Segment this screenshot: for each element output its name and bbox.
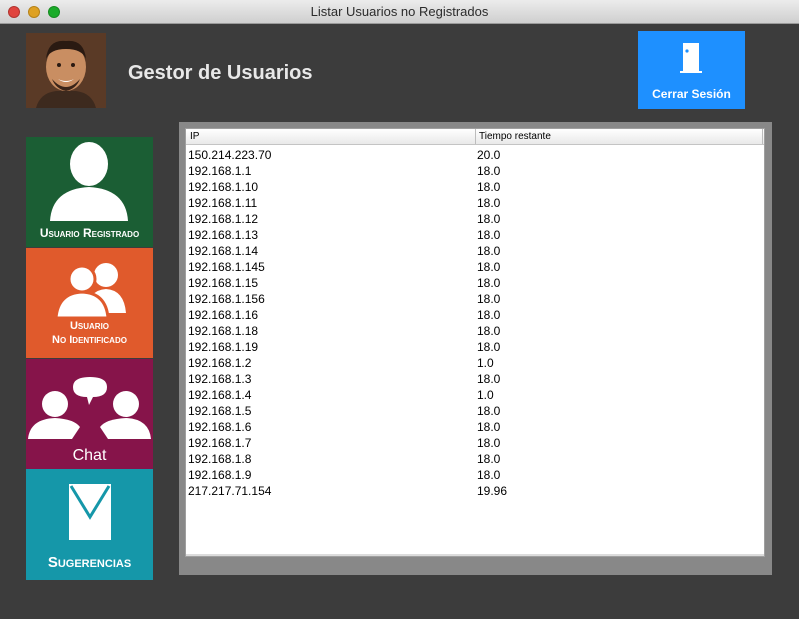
cell-tiempo-restante: 18.0	[477, 308, 501, 322]
tile-usuario-registrado[interactable]: Usuario Registrado	[26, 137, 153, 247]
cell-ip: 192.168.1.19	[188, 340, 259, 354]
tile-usuario-no-identificado[interactable]: Usuario No Identificado	[26, 248, 153, 358]
cell-ip: 192.168.1.18	[188, 324, 259, 338]
tile-label-no-identificado: No Identificado	[52, 334, 127, 346]
cell-tiempo-restante: 1.0	[477, 356, 494, 370]
cell-tiempo-restante: 20.0	[477, 148, 501, 162]
table-row[interactable]: 192.168.1.3 18.0	[186, 371, 764, 387]
table-row[interactable]: 192.168.1.19 18.0	[186, 339, 764, 355]
cell-tiempo-restante: 18.0	[477, 180, 501, 194]
cell-ip: 192.168.1.5	[188, 404, 252, 418]
cell-ip: 192.168.1.156	[188, 292, 265, 306]
cell-tiempo-restante: 18.0	[477, 276, 501, 290]
cell-tiempo-restante: 18.0	[477, 324, 501, 338]
table-row[interactable]: 192.168.1.4 1.0	[186, 387, 764, 403]
tile-label-usuario: Usuario	[69, 320, 110, 332]
table-row[interactable]: 192.168.1.12 18.0	[186, 211, 764, 227]
cell-tiempo-restante: 18.0	[477, 212, 501, 226]
table-row[interactable]: 192.168.1.10 18.0	[186, 179, 764, 195]
cell-ip: 192.168.1.12	[188, 212, 259, 226]
app-title: Gestor de Usuarios	[128, 62, 313, 84]
table-row[interactable]: 150.214.223.70 20.0	[186, 147, 764, 163]
tile-label-sugerencias: Sugerencias	[47, 554, 132, 571]
cell-tiempo-restante: 18.0	[477, 292, 501, 306]
table-row[interactable]: 192.168.1.145 18.0	[186, 259, 764, 275]
cell-ip: 192.168.1.7	[188, 436, 252, 450]
cell-ip: 192.168.1.1	[188, 164, 252, 178]
table-row[interactable]: 192.168.1.8 18.0	[186, 451, 764, 467]
table-row[interactable]: 192.168.1.16 18.0	[186, 307, 764, 323]
cell-ip: 192.168.1.145	[188, 260, 265, 274]
window-titlebar: Listar Usuarios no Registrados	[0, 0, 799, 24]
cell-ip: 192.168.1.6	[188, 420, 252, 434]
cell-tiempo-restante: 18.0	[477, 164, 501, 178]
cell-ip: 150.214.223.70	[188, 148, 272, 162]
cell-ip: 192.168.1.15	[188, 276, 259, 290]
table-row[interactable]: 192.168.1.18 18.0	[186, 323, 764, 339]
table-row[interactable]: 192.168.1.156 18.0	[186, 291, 764, 307]
table-row[interactable]: 192.168.1.1 18.0	[186, 163, 764, 179]
door-icon	[680, 43, 702, 73]
cell-tiempo-restante: 18.0	[477, 228, 501, 242]
window-title: Listar Usuarios no Registrados	[310, 4, 489, 19]
cell-tiempo-restante: 18.0	[477, 436, 501, 450]
cell-ip: 217.217.71.154	[188, 484, 272, 498]
cell-ip: 192.168.1.2	[188, 356, 252, 370]
cell-tiempo-restante: 18.0	[477, 196, 501, 210]
column-header-tiempo[interactable]: Tiempo restante	[479, 131, 551, 142]
cell-ip: 192.168.1.3	[188, 372, 252, 386]
cell-ip: 192.168.1.14	[188, 244, 259, 258]
cell-ip: 192.168.1.10	[188, 180, 259, 194]
user-photo	[26, 33, 106, 108]
table-row[interactable]: 192.168.1.15 18.0	[186, 275, 764, 291]
table-row[interactable]: 192.168.1.2 1.0	[186, 355, 764, 371]
column-divider[interactable]	[475, 129, 476, 144]
table-row[interactable]: 192.168.1.9 18.0	[186, 467, 764, 483]
cell-tiempo-restante: 18.0	[477, 260, 501, 274]
avatar	[26, 33, 106, 108]
cell-ip: 192.168.1.8	[188, 452, 252, 466]
table-row[interactable]: 192.168.1.7 18.0	[186, 435, 764, 451]
cell-ip: 192.168.1.4	[188, 388, 252, 402]
cell-tiempo-restante: 1.0	[477, 388, 494, 402]
tile-sugerencias[interactable]: Sugerencias	[26, 469, 153, 580]
column-divider[interactable]	[762, 129, 763, 144]
cell-tiempo-restante: 18.0	[477, 340, 501, 354]
logout-button[interactable]: Cerrar Sesión	[638, 31, 745, 109]
cell-ip: 192.168.1.9	[188, 468, 252, 482]
table-body: 150.214.223.70 20.0 192.168.1.1 18.0 192.168…	[186, 147, 764, 499]
cell-ip: 192.168.1.11	[188, 196, 258, 210]
table-row[interactable]: 192.168.1.6 18.0	[186, 419, 764, 435]
table-bottom-edge	[186, 554, 764, 556]
logout-label: Cerrar Sesión	[652, 87, 731, 101]
table-header: IP Tiempo restante	[186, 129, 764, 145]
cell-tiempo-restante: 18.0	[477, 404, 501, 418]
cell-tiempo-restante: 18.0	[477, 452, 501, 466]
cell-tiempo-restante: 18.0	[477, 468, 501, 482]
tile-label-chat: Chat	[72, 447, 107, 464]
cell-tiempo-restante: 18.0	[477, 372, 501, 386]
table-row[interactable]: 192.168.1.5 18.0	[186, 403, 764, 419]
table-row[interactable]: 192.168.1.14 18.0	[186, 243, 764, 259]
cell-tiempo-restante: 19.96	[477, 484, 508, 498]
tile-chat[interactable]: Chat	[26, 359, 153, 469]
cell-ip: 192.168.1.16	[188, 308, 259, 322]
cell-tiempo-restante: 18.0	[477, 420, 501, 434]
cell-ip: 192.168.1.13	[188, 228, 259, 242]
table-row[interactable]: 192.168.1.11 18.0	[186, 195, 764, 211]
users-table[interactable]: IP Tiempo restante 150.214.223.70 20.0 192…	[185, 128, 765, 557]
table-row[interactable]: 192.168.1.13 18.0	[186, 227, 764, 243]
tile-label-usuario-registrado: Usuario Registrado	[39, 226, 140, 240]
table-row[interactable]: 217.217.71.154 19.96	[186, 483, 764, 499]
cell-tiempo-restante: 18.0	[477, 244, 501, 258]
column-header-ip[interactable]: IP	[190, 131, 199, 142]
